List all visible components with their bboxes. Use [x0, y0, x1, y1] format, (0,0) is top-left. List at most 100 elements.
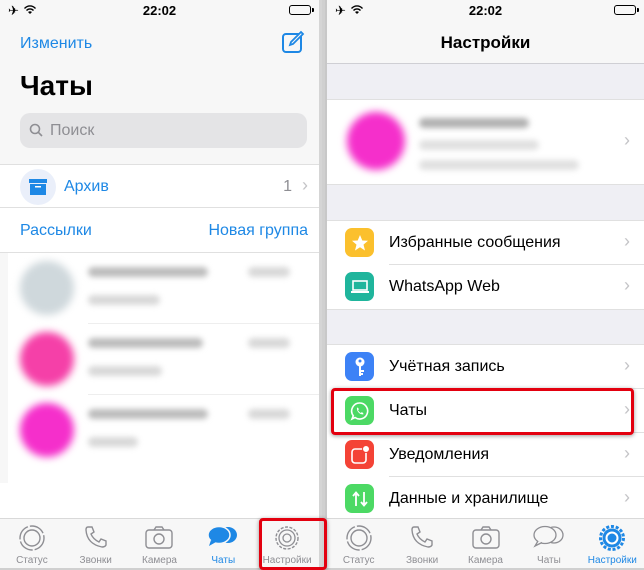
settings-gear-icon: [275, 526, 299, 550]
archive-label: Архив: [64, 178, 109, 195]
tab-chats[interactable]: Чаты: [517, 519, 580, 568]
archive-row[interactable]: Архив 1 ›: [0, 164, 319, 208]
whatsapp-icon: [345, 396, 374, 425]
broadcast-lists-link[interactable]: Рассылки: [20, 222, 92, 240]
avatar: [20, 403, 74, 457]
chat-preview-blurred: [88, 437, 138, 447]
status-icon: [19, 525, 45, 551]
chat-item[interactable]: [8, 324, 319, 395]
tab-label: Камера: [468, 555, 503, 566]
tab-camera[interactable]: Камера: [128, 519, 192, 568]
avatar: [20, 261, 74, 315]
profile-name-blurred: [419, 118, 529, 128]
avatar: [347, 112, 405, 170]
settings-group-2: Учётная запись › Чаты › Уведомления › Да…: [327, 344, 644, 522]
archive-badge: [20, 169, 56, 205]
tab-label: Чаты: [537, 555, 561, 566]
chats-icon: [533, 525, 564, 548]
star-icon: [345, 228, 374, 257]
phone-icon: [411, 526, 433, 548]
archive-box-icon: [29, 179, 47, 195]
tab-status[interactable]: Статус: [327, 519, 390, 568]
tab-label: Камера: [142, 555, 177, 566]
data-arrows-icon: [345, 484, 374, 513]
starred-messages-row[interactable]: Избранные сообщения ›: [327, 221, 644, 265]
new-group-link[interactable]: Новая группа: [208, 222, 308, 240]
camera-icon: [145, 526, 174, 549]
whatsapp-web-row[interactable]: WhatsApp Web ›: [327, 265, 644, 309]
chat-item[interactable]: [8, 253, 319, 324]
status-icon: [346, 525, 372, 551]
data-storage-row[interactable]: Данные и хранилище ›: [327, 477, 644, 521]
chevron-right-icon: ›: [624, 443, 630, 463]
row-label: WhatsApp Web: [389, 278, 500, 295]
tab-calls[interactable]: Звонки: [64, 519, 128, 568]
chevron-right-icon: ›: [624, 231, 630, 251]
edit-button[interactable]: Изменить: [20, 35, 92, 53]
tab-settings[interactable]: Настройки: [581, 519, 644, 568]
tab-status[interactable]: Статус: [0, 519, 64, 568]
tab-calls[interactable]: Звонки: [390, 519, 453, 568]
chat-item[interactable]: [8, 395, 319, 466]
chat-preview-blurred: [88, 295, 160, 305]
chat-time-blurred: [248, 338, 290, 348]
chats-settings-row[interactable]: Чаты ›: [327, 389, 644, 433]
tab-settings[interactable]: Настройки: [255, 519, 319, 568]
profile-row[interactable]: ›: [327, 99, 644, 185]
tab-label: Чаты: [211, 555, 236, 566]
row-label: Чаты: [389, 402, 428, 419]
tab-label: Звонки: [405, 555, 439, 566]
search-placeholder: Поиск: [50, 122, 95, 139]
key-icon: [345, 352, 374, 381]
tab-label: Настройки: [262, 555, 312, 566]
chevron-right-icon: ›: [624, 130, 630, 150]
tab-label: Статус: [342, 555, 375, 566]
clock: 22:02: [142, 3, 177, 18]
search-input[interactable]: Поиск: [20, 113, 307, 148]
chat-name-blurred: [88, 338, 203, 348]
row-label: Уведомления: [389, 446, 490, 463]
chevron-right-icon: ›: [624, 487, 630, 507]
tab-camera[interactable]: Камера: [454, 519, 517, 568]
page-title: Чаты: [20, 70, 93, 101]
chat-time-blurred: [248, 267, 290, 277]
search-icon: [29, 123, 43, 137]
tab-label: Статус: [16, 555, 48, 566]
status-bar: ✈ 22:02: [327, 0, 644, 22]
laptop-icon: [345, 272, 374, 301]
chevron-right-icon: ›: [624, 355, 630, 375]
settings-screen: ✈ 22:02 Настройки › Избранные сообщения …: [325, 0, 644, 568]
row-label: Избранные сообщения: [389, 234, 561, 251]
profile-status-blurred: [419, 140, 539, 150]
clock: 22:02: [468, 3, 503, 18]
profile-phone-blurred: [419, 160, 579, 170]
battery-icon: [289, 5, 314, 15]
chevron-right-icon: ›: [302, 175, 308, 195]
chat-preview-blurred: [88, 366, 162, 376]
status-bar: ✈ 22:02: [0, 0, 319, 22]
avatar: [20, 332, 74, 386]
phone-icon: [84, 526, 107, 548]
compose-icon[interactable]: [281, 30, 305, 54]
notification-icon: [345, 440, 374, 469]
tab-chats[interactable]: Чаты: [191, 519, 255, 568]
chats-screen: ✈ 22:02 Изменить Чаты Поиск Архив 1 › Ра…: [0, 0, 322, 568]
settings-gear-icon: [599, 525, 626, 551]
tab-bar: Статус Звонки Камера Чаты Настройки: [327, 518, 644, 568]
chat-list: [8, 253, 319, 483]
chat-name-blurred: [88, 409, 208, 419]
page-title: Настройки: [440, 33, 531, 52]
notifications-row[interactable]: Уведомления ›: [327, 433, 644, 477]
archive-count: 1: [283, 178, 292, 195]
row-label: Учётная запись: [389, 358, 505, 375]
chevron-right-icon: ›: [624, 399, 630, 419]
tab-label: Звонки: [79, 555, 112, 566]
chat-name-blurred: [88, 267, 208, 277]
battery-icon: [614, 5, 639, 15]
settings-group-1: Избранные сообщения › WhatsApp Web ›: [327, 220, 644, 310]
camera-icon: [471, 526, 500, 549]
chats-icon: [207, 525, 238, 546]
row-label: Данные и хранилище: [389, 490, 549, 507]
account-row[interactable]: Учётная запись ›: [327, 345, 644, 389]
chevron-right-icon: ›: [624, 275, 630, 295]
